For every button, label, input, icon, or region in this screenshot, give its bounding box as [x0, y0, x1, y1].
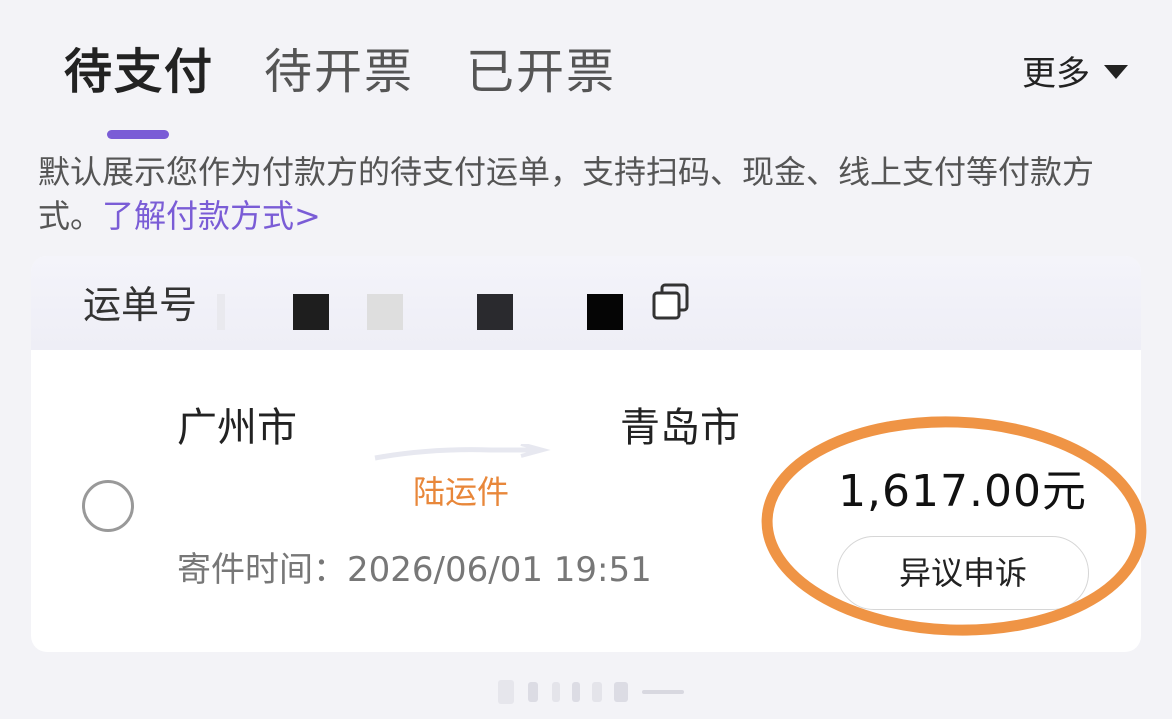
tab-pending-payment[interactable]: 待支付	[64, 40, 214, 104]
more-label: 更多	[1022, 54, 1090, 94]
service-type: 陆运件	[413, 473, 510, 511]
origin-city: 广州市	[177, 405, 297, 451]
order-card[interactable]: 运单号 广州市 陆运件 青岛市 寄件时间：2026/06/01 19:51 1,…	[31, 256, 1141, 652]
tab-pending-invoice[interactable]: 待开票	[264, 40, 414, 104]
caret-down-icon	[1104, 65, 1128, 79]
destination-city: 青岛市	[620, 405, 740, 451]
waybill-label: 运单号	[83, 283, 198, 327]
route-arrow-icon	[374, 444, 551, 461]
tab-bar: 待支付 待开票 已开票 更多	[0, 0, 1172, 140]
order-price: 1,617.00元	[838, 466, 1087, 517]
active-tab-indicator	[107, 130, 169, 139]
order-card-header: 运单号	[31, 256, 1141, 350]
appeal-button[interactable]: 异议申诉	[837, 536, 1089, 610]
copy-icon[interactable]	[651, 282, 691, 322]
bottom-scroll-indicator	[498, 680, 684, 704]
payment-methods-link[interactable]: 了解付款方式>	[102, 197, 321, 235]
send-time: 寄件时间：2026/06/01 19:51	[177, 550, 652, 590]
tab-invoiced[interactable]: 已开票	[466, 40, 616, 104]
order-select-radio[interactable]	[82, 480, 134, 532]
payment-description: 默认展示您作为付款方的待支付运单，支持扫码、现金、线上支付等付款方式。了解付款方…	[38, 150, 1138, 238]
more-dropdown[interactable]: 更多	[1022, 52, 1128, 96]
redacted-waybill-number	[217, 290, 637, 334]
